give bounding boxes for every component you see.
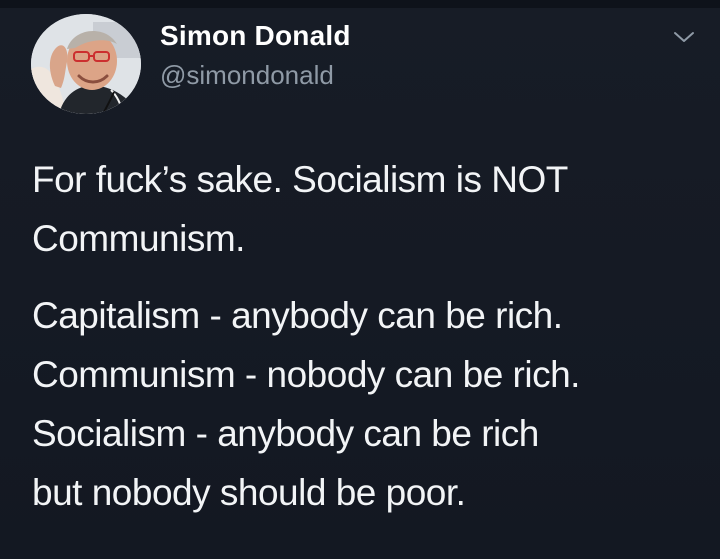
display-name[interactable]: Simon Donald: [160, 18, 351, 54]
avatar[interactable]: [31, 14, 141, 114]
tweet-text: For fuck’s sake. Socialism is NOT Commun…: [32, 150, 702, 522]
tweet-paragraph-2: Capitalism - anybody can be rich. Commun…: [32, 286, 702, 522]
top-edge-strip: [0, 0, 720, 8]
chevron-down-icon[interactable]: [672, 28, 696, 46]
tweet-line: Communism - nobody can be rich.: [32, 354, 580, 395]
tweet-line: Socialism - anybody can be rich: [32, 413, 539, 454]
author-block: Simon Donald @simondonald: [160, 18, 351, 92]
tweet-card: Simon Donald @simondonald For fuck’s sak…: [0, 0, 720, 559]
profile-photo-icon: [31, 14, 141, 114]
tweet-line: Communism.: [32, 218, 245, 259]
tweet-line: but nobody should be poor.: [32, 472, 466, 513]
tweet-paragraph-1: For fuck’s sake. Socialism is NOT Commun…: [32, 150, 702, 268]
tweet-line: Capitalism - anybody can be rich.: [32, 295, 563, 336]
tweet-line: For fuck’s sake. Socialism is NOT: [32, 159, 568, 200]
username-handle[interactable]: @simondonald: [160, 58, 351, 92]
